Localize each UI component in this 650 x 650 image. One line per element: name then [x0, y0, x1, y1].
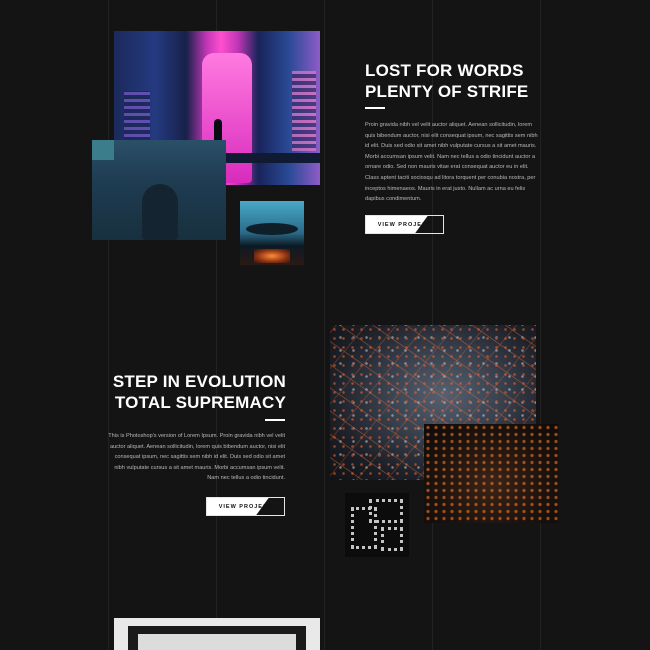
project-image-framed-art[interactable]	[114, 618, 320, 650]
project-image-city-lights[interactable]	[424, 424, 558, 523]
heading-line: STEP IN EVOLUTION	[112, 372, 286, 391]
heading-divider	[365, 107, 385, 109]
project-image-abstract-boxes[interactable]	[345, 493, 409, 557]
heading-divider	[265, 419, 285, 421]
project-image-foggy-figure[interactable]	[92, 140, 226, 240]
view-project-button[interactable]: VIEW PROJECT	[206, 497, 285, 516]
section-paragraph: Proin gravida nibh vel velit auctor aliq…	[365, 122, 538, 203]
project-image-glowing-tower[interactable]	[240, 201, 304, 265]
button-label: VIEW PROJECT	[218, 503, 273, 510]
button-label: VIEW PROJECT	[377, 221, 432, 228]
section-heading: STEP IN EVOLUTION TOTAL SUPREMACY	[110, 371, 286, 413]
view-project-button[interactable]: VIEW PROJECT	[365, 215, 444, 234]
grid-line	[324, 0, 325, 650]
heading-line: TOTAL SUPREMACY	[114, 393, 286, 412]
section-heading: LOST FOR WORDS PLENTY OF STRIFE	[365, 60, 585, 102]
heading-line: PLENTY OF STRIFE	[365, 82, 529, 101]
heading-line: LOST FOR WORDS	[365, 61, 524, 80]
section-paragraph: This is Photoshop's version of Lorem Ips…	[108, 433, 285, 482]
grid-line	[108, 0, 109, 650]
